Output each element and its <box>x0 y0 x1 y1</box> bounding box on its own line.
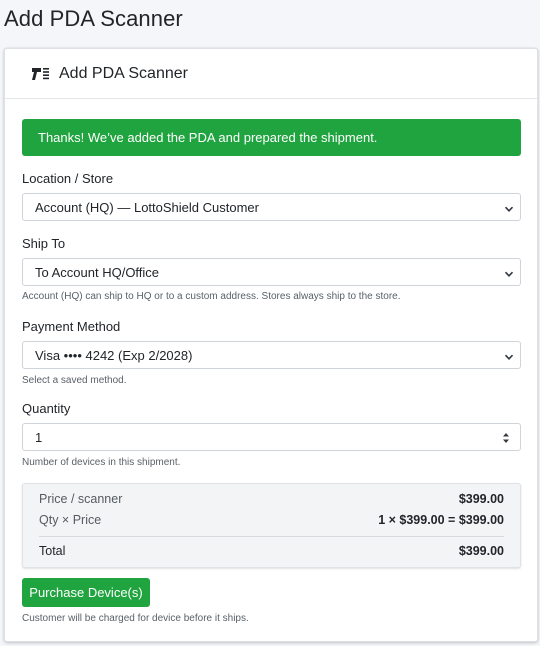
charge-note: Customer will be charged for device befo… <box>22 613 249 624</box>
payment-method-select[interactable]: Visa •••• 4242 (Exp 2/2028) <box>22 341 521 369</box>
ship-to-select[interactable]: To Account HQ/Office <box>22 258 521 286</box>
qty-price-value: 1 × $399.00 = $399.00 <box>378 513 504 527</box>
quantity-label: Quantity <box>22 401 71 416</box>
location-select[interactable]: Account (HQ) — LottoShield Customer <box>22 193 521 221</box>
ship-to-select-value: To Account HQ/Office <box>35 264 160 280</box>
total-row: Total $399.00 <box>39 544 504 558</box>
card-title: Add PDA Scanner <box>59 64 188 82</box>
quantity-help: Number of devices in this shipment. <box>22 457 181 468</box>
location-label: Location / Store <box>22 171 114 186</box>
price-label: Price / scanner <box>39 492 123 506</box>
ship-to-help: Account (HQ) can ship to HQ or to a cust… <box>22 291 401 302</box>
stepper-arrows-icon[interactable] <box>502 431 510 445</box>
location-select-value: Account (HQ) — LottoShield Customer <box>35 199 259 215</box>
payment-method-label: Payment Method <box>22 319 121 334</box>
chevron-down-icon <box>504 267 514 277</box>
barcode-scanner-icon <box>31 67 51 81</box>
qty-price-label: Qty × Price <box>39 513 102 527</box>
purchase-devices-button[interactable]: Purchase Device(s) <box>22 578 150 607</box>
price-row: Price / scanner $399.00 <box>39 492 504 506</box>
success-alert: Thanks! We’ve added the PDA and prepared… <box>22 119 521 156</box>
page-title: Add PDA Scanner <box>4 6 183 31</box>
card-header: Add PDA Scanner <box>5 49 537 99</box>
price-summary: Price / scanner $399.00 Qty × Price 1 × … <box>22 483 521 568</box>
qty-price-row: Qty × Price 1 × $399.00 = $399.00 <box>39 513 504 527</box>
payment-method-select-value: Visa •••• 4242 (Exp 2/2028) <box>35 347 193 363</box>
payment-method-help: Select a saved method. <box>22 375 127 386</box>
chevron-down-icon <box>504 350 514 360</box>
quantity-stepper[interactable]: 1 <box>22 423 521 451</box>
total-value: $399.00 <box>458 544 504 558</box>
ship-to-label: Ship To <box>22 236 66 251</box>
chevron-down-icon <box>504 202 514 212</box>
summary-divider <box>39 536 504 537</box>
quantity-value: 1 <box>35 429 43 445</box>
total-label: Total <box>39 544 66 558</box>
add-pda-card: Add PDA Scanner Thanks! We’ve added the … <box>4 48 538 642</box>
price-value: $399.00 <box>458 492 504 506</box>
